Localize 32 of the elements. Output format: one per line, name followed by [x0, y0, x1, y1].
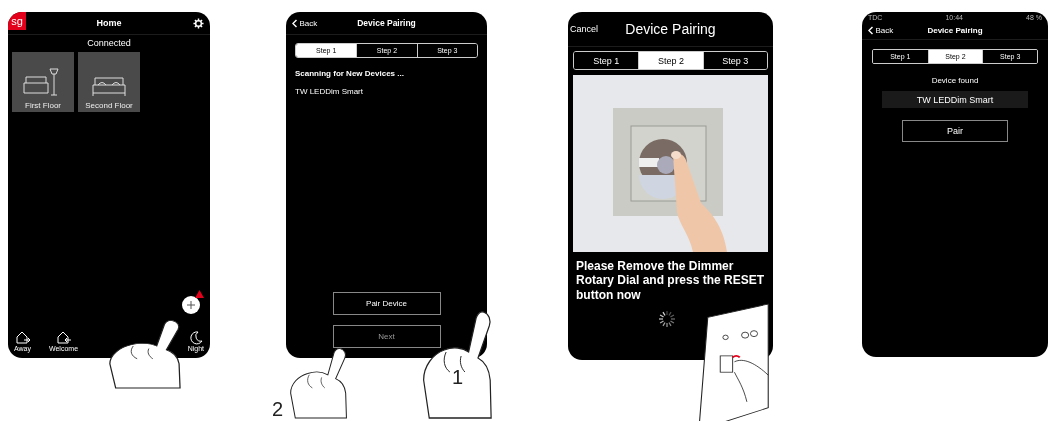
- step-number: 2: [272, 398, 284, 421]
- bed-icon: [91, 75, 127, 97]
- pair-device-button[interactable]: Pair Device: [332, 292, 441, 315]
- device-name: TW LEDDim Smart: [882, 91, 1028, 108]
- settings-icon[interactable]: [193, 17, 204, 29]
- scan-heading: Scanning for New Devices ...: [294, 69, 405, 79]
- screen-title: Home: [96, 18, 122, 28]
- back-link[interactable]: Back: [868, 25, 894, 35]
- plus-icon: [187, 301, 195, 309]
- back-chevron-icon: [868, 25, 874, 35]
- screen-title: Device Pairing: [357, 18, 416, 28]
- step-tab[interactable]: Step 3: [702, 52, 767, 69]
- back-link[interactable]: Back: [292, 18, 318, 28]
- pair-button[interactable]: Pair: [902, 120, 1008, 142]
- device-name: TW LEDDim Smart: [294, 86, 364, 97]
- moon-icon: [188, 331, 203, 345]
- screen-title: Device Pairing: [927, 25, 983, 35]
- loading-spinner-icon: [658, 310, 676, 329]
- add-button[interactable]: [182, 296, 200, 314]
- room-tile[interactable]: First Floor: [12, 52, 74, 112]
- room-tile[interactable]: Second Floor: [78, 52, 140, 112]
- house-arrow-icon: [14, 329, 31, 345]
- step-number: 1: [452, 366, 464, 389]
- house-arrow-icon: [55, 329, 72, 345]
- step-tab[interactable]: Step 2: [638, 52, 703, 69]
- instruction-text: Please Remove the Dimmer Rotary Dial and press the RESET button now: [575, 259, 766, 303]
- connection-status: Connected: [86, 38, 132, 48]
- found-heading: Device found: [930, 76, 980, 85]
- brand-logo: sg: [8, 12, 26, 30]
- back-chevron-icon: [292, 18, 298, 28]
- cancel-link[interactable]: Cancel: [570, 24, 598, 34]
- screen-title: Device Pairing: [625, 21, 716, 37]
